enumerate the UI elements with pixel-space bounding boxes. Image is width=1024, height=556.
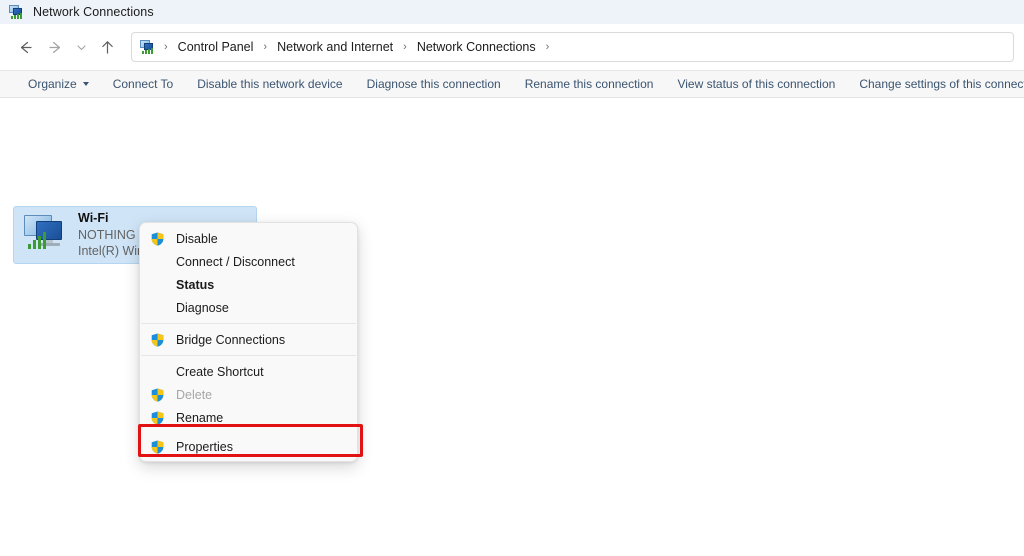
menu-item-label: Properties <box>168 440 233 454</box>
shield-icon <box>146 333 168 347</box>
menu-item-label: Delete <box>168 388 212 402</box>
toolbar-item-label: Organize <box>28 77 77 91</box>
menu-item-status[interactable]: Status <box>140 273 357 296</box>
menu-item-label: Status <box>168 278 214 292</box>
up-button[interactable] <box>92 32 122 62</box>
title-bar: Network Connections <box>0 0 1024 24</box>
shield-icon <box>146 411 168 425</box>
network-adapter-icon <box>22 212 72 258</box>
menu-item-disable[interactable]: Disable <box>140 227 357 250</box>
forward-button[interactable] <box>40 32 70 62</box>
address-bar-network-icon <box>140 40 156 55</box>
breadcrumb-control-panel[interactable]: Control Panel <box>173 38 259 56</box>
toolbar-item-label: Rename this connection <box>525 77 654 91</box>
breadcrumb-separator: › <box>161 41 171 53</box>
toolbar-item-label: Disable this network device <box>197 77 342 91</box>
menu-item-connect-disconnect[interactable]: Connect / Disconnect <box>140 250 357 273</box>
context-menu: Disable Connect / Disconnect Status Diag… <box>139 222 358 462</box>
recent-locations-button[interactable] <box>70 32 92 62</box>
command-toolbar: Organize Connect To Disable this network… <box>0 70 1024 98</box>
breadcrumb-separator: › <box>400 41 410 53</box>
chevron-down-icon <box>75 41 88 54</box>
menu-item-rename[interactable]: Rename <box>140 406 357 429</box>
toolbar-connect-to-button[interactable]: Connect To <box>101 73 186 95</box>
menu-item-bridge-connections[interactable]: Bridge Connections <box>140 328 357 351</box>
back-arrow-icon <box>17 39 34 56</box>
toolbar-item-label: Diagnose this connection <box>367 77 501 91</box>
menu-item-label: Diagnose <box>168 301 229 315</box>
up-arrow-icon <box>99 39 116 56</box>
breadcrumb-separator: › <box>260 41 270 53</box>
menu-item-label: Rename <box>168 411 223 425</box>
connections-list-area: Wi-Fi NOTHING PH Intel(R) Wirel Disable <box>0 98 1024 552</box>
forward-arrow-icon <box>47 39 64 56</box>
toolbar-item-label: View status of this connection <box>677 77 835 91</box>
toolbar-diagnose-button[interactable]: Diagnose this connection <box>355 73 513 95</box>
breadcrumb-network-and-internet[interactable]: Network and Internet <box>272 38 398 56</box>
caret-down-icon <box>83 82 89 86</box>
shield-icon <box>146 232 168 246</box>
menu-item-properties[interactable]: Properties <box>140 435 357 458</box>
breadcrumb-network-connections[interactable]: Network Connections <box>412 38 541 56</box>
toolbar-item-label: Connect To <box>113 77 174 91</box>
toolbar-disable-device-button[interactable]: Disable this network device <box>185 73 354 95</box>
shield-icon <box>146 440 168 454</box>
address-bar[interactable]: › Control Panel › Network and Internet ›… <box>131 32 1014 62</box>
menu-item-create-shortcut[interactable]: Create Shortcut <box>140 360 357 383</box>
menu-separator <box>141 355 356 356</box>
toolbar-change-settings-button[interactable]: Change settings of this connection <box>847 73 1024 95</box>
toolbar-organize-button[interactable]: Organize <box>16 73 101 95</box>
back-button[interactable] <box>10 32 40 62</box>
network-connections-icon <box>9 5 25 20</box>
menu-item-label: Connect / Disconnect <box>168 255 295 269</box>
toolbar-view-status-button[interactable]: View status of this connection <box>665 73 847 95</box>
window-title: Network Connections <box>33 5 154 19</box>
menu-item-label: Disable <box>168 232 218 246</box>
toolbar-item-label: Change settings of this connection <box>859 77 1024 91</box>
navigation-bar: › Control Panel › Network and Internet ›… <box>0 24 1024 70</box>
shield-icon <box>146 388 168 402</box>
menu-item-delete: Delete <box>140 383 357 406</box>
toolbar-rename-button[interactable]: Rename this connection <box>513 73 666 95</box>
breadcrumb-separator: › <box>543 41 553 53</box>
menu-item-label: Bridge Connections <box>168 333 285 347</box>
menu-item-diagnose[interactable]: Diagnose <box>140 296 357 319</box>
menu-item-label: Create Shortcut <box>168 365 264 379</box>
menu-separator <box>141 323 356 324</box>
